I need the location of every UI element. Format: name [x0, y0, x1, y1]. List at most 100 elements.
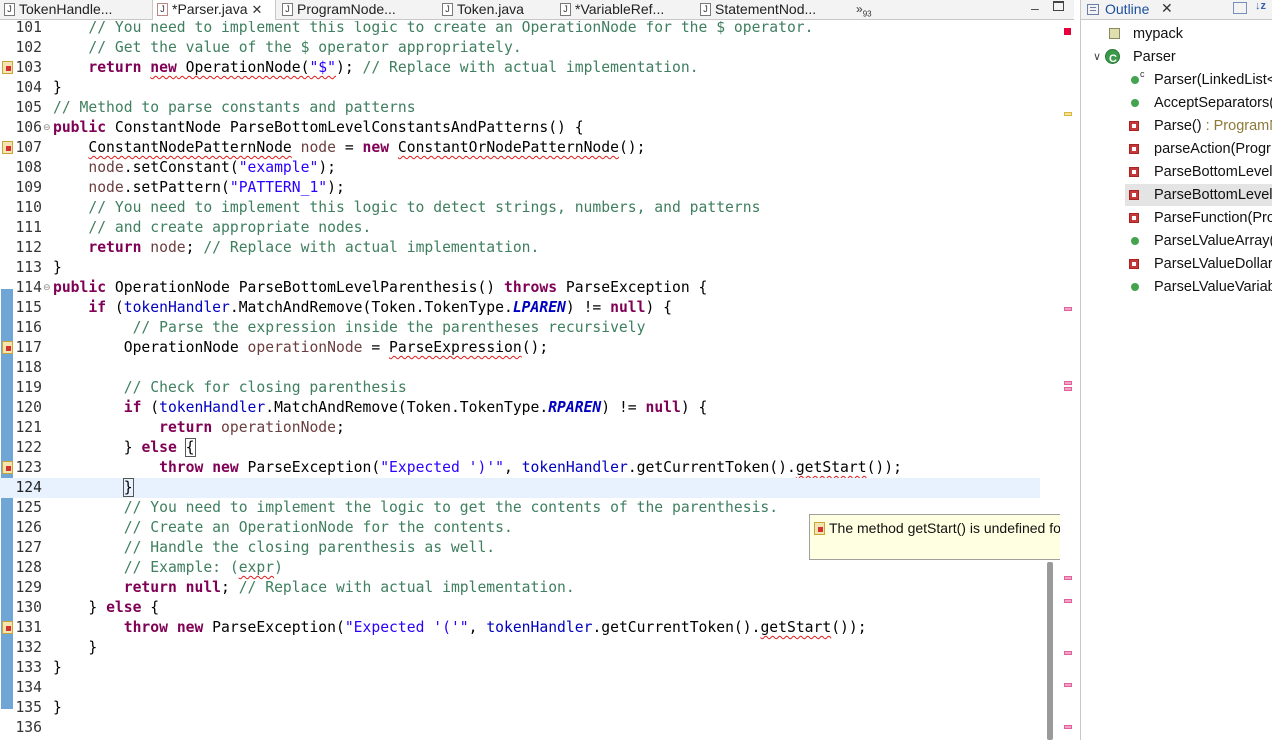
code-line[interactable]: 118: [0, 358, 1040, 378]
code-line[interactable]: 103 return new OperationNode("$"); // Re…: [0, 58, 1040, 78]
error-ruler-mark[interactable]: [1064, 381, 1072, 385]
code-text: }: [53, 659, 62, 676]
code-text: }: [53, 639, 98, 656]
fold-icon[interactable]: ⊖: [43, 278, 51, 298]
code-line[interactable]: 132 }: [0, 638, 1040, 658]
code-line[interactable]: 135}: [0, 698, 1040, 718]
private-method-icon: [1129, 144, 1139, 154]
warning-ruler-mark[interactable]: [1064, 112, 1072, 116]
outline-item-method[interactable]: ParseBottomLevel: [1081, 161, 1272, 183]
java-file-icon: J: [700, 3, 711, 16]
line-number: 116: [15, 319, 42, 336]
tab-programnode[interactable]: J ProgramNode...: [278, 0, 438, 20]
error-ruler-mark[interactable]: [1064, 387, 1072, 391]
method-name: Parse(): [1154, 118, 1202, 134]
outline-item-package[interactable]: mypack: [1081, 23, 1272, 45]
code-line[interactable]: 105 // Method to parse constants and patt…: [0, 98, 1040, 118]
public-method-icon: [1131, 76, 1139, 84]
collapse-all-icon[interactable]: [1233, 2, 1247, 14]
outline-item-method[interactable]: AcceptSeparators(: [1081, 92, 1272, 114]
code-text: return node; // Replace with actual impl…: [88, 239, 540, 256]
code-line[interactable]: 102 // Get the value of the $ operator a…: [0, 38, 1040, 58]
tab-variableref[interactable]: J *VariableRef...: [556, 0, 696, 20]
code-line[interactable]: 115 if (tokenHandler.MatchAndRemove(Toke…: [0, 298, 1040, 318]
error-summary-icon[interactable]: [1064, 28, 1071, 35]
line-number: 136: [15, 719, 42, 736]
outline-item-label: AcceptSeparators(: [1154, 95, 1272, 111]
private-method-error-icon: [1129, 190, 1139, 200]
code-editor[interactable]: 101 // You need to implement this logic …: [0, 21, 1074, 740]
code-line[interactable]: 131 throw new ParseException("Expected '…: [0, 618, 1040, 638]
tab-label: Token.java: [457, 1, 524, 17]
code-line-current[interactable]: 124 }: [0, 478, 1040, 498]
outline-item-method[interactable]: ParseLValueVariab: [1081, 276, 1272, 298]
line-number: 114: [15, 279, 42, 296]
line-number: 112: [15, 239, 42, 256]
tab-parser[interactable]: J *Parser.java ✕: [152, 0, 276, 20]
error-ruler-mark[interactable]: [1064, 683, 1072, 687]
code-line[interactable]: 122 } else {: [0, 438, 1040, 458]
line-number: 110: [15, 199, 42, 216]
error-ruler-mark[interactable]: [1064, 576, 1072, 580]
outline-item-method-selected[interactable]: ParseBottomLevel: [1125, 184, 1272, 206]
outline-item-class[interactable]: ∨ Parser: [1081, 46, 1272, 70]
outline-item-method[interactable]: ParseLValueArray(S: [1081, 230, 1272, 252]
outline-item-label: Parser(LinkedList<: [1154, 72, 1272, 88]
code-line[interactable]: 120 if (tokenHandler.MatchAndRemove(Toke…: [0, 398, 1040, 418]
fold-icon[interactable]: ⊖: [43, 118, 51, 138]
code-line[interactable]: 128 // Example: (expr): [0, 558, 1040, 578]
line-number: 123: [15, 459, 42, 476]
tab-token[interactable]: J Token.java: [438, 0, 556, 20]
overview-ruler[interactable]: [1060, 21, 1074, 740]
code-line[interactable]: 101 // You need to implement this logic …: [0, 21, 1040, 38]
code-line[interactable]: 130 } else {: [0, 598, 1040, 618]
tab-label: *Parser.java: [172, 1, 248, 17]
vertical-scrollbar-thumb[interactable]: [1047, 562, 1053, 740]
tab-tokenhandler[interactable]: J TokenHandle...: [0, 0, 152, 20]
outline-item-method[interactable]: Parse() : ProgramN: [1081, 115, 1272, 137]
outline-item-method[interactable]: ParseFunction(Prog: [1081, 207, 1272, 229]
code-line[interactable]: 111 // and create appropriate nodes.: [0, 218, 1040, 238]
code-line[interactable]: 114 ⊖ public OperationNode ParseBottomLeve…: [0, 278, 1040, 298]
error-ruler-mark[interactable]: [1064, 725, 1072, 729]
outline-item-label: ParseLValueDollar(: [1154, 256, 1272, 272]
code-line[interactable]: 113}: [0, 258, 1040, 278]
code-line[interactable]: 107 ConstantNodePatternNode node = new C…: [0, 138, 1040, 158]
outline-item-label: parseAction(Progr: [1154, 141, 1271, 157]
error-ruler-mark[interactable]: [1064, 599, 1072, 603]
outline-item-label: ParseBottomLevel: [1154, 187, 1272, 203]
code-line[interactable]: 133}: [0, 658, 1040, 678]
code-line[interactable]: 108 node.setConstant("example");: [0, 158, 1040, 178]
code-line[interactable]: 112 return node; // Replace with actual …: [0, 238, 1040, 258]
code-line[interactable]: 119 // Check for closing parenthesis: [0, 378, 1040, 398]
maximize-icon[interactable]: [1053, 1, 1064, 11]
outline-title[interactable]: Outline: [1105, 1, 1149, 17]
outline-item-method[interactable]: ParseLValueDollar(: [1081, 253, 1272, 275]
code-line[interactable]: 136: [0, 718, 1040, 738]
code-line[interactable]: 110 // You need to implement this logic …: [0, 198, 1040, 218]
outline-item-method[interactable]: c Parser(LinkedList<: [1081, 69, 1272, 91]
code-line[interactable]: 109 node.setPattern("PATTERN_1");: [0, 178, 1040, 198]
error-ruler-mark[interactable]: [1064, 651, 1072, 655]
code-line[interactable]: 104}: [0, 78, 1040, 98]
code-line[interactable]: 129 return null; // Replace with actual …: [0, 578, 1040, 598]
code-line[interactable]: 106 ⊖ public ConstantNode ParseBottomLevel…: [0, 118, 1040, 138]
close-icon[interactable]: ✕: [1161, 0, 1173, 17]
code-line[interactable]: 116 // Parse the expression inside the p…: [0, 318, 1040, 338]
close-icon[interactable]: ✕: [251, 2, 262, 17]
line-number: 104: [15, 79, 42, 96]
code-line[interactable]: 134: [0, 678, 1040, 698]
error-ruler-mark[interactable]: [1064, 307, 1072, 311]
minimize-icon[interactable]: ‒: [1031, 0, 1039, 16]
code-text: // You need to implement this logic to d…: [53, 199, 761, 216]
code-line[interactable]: 117 OperationNode operationNode = ParseE…: [0, 338, 1040, 358]
outline-item-method[interactable]: parseAction(Progr: [1081, 138, 1272, 160]
code-text: // You need to implement this logic to c…: [53, 21, 814, 36]
tab-statementnode[interactable]: J StatementNod...: [696, 0, 846, 20]
code-line[interactable]: 123 throw new ParseException("Expected '…: [0, 458, 1040, 478]
tab-overflow-button[interactable]: »93: [856, 2, 872, 18]
sort-icon[interactable]: ↓z: [1255, 0, 1266, 12]
code-line[interactable]: 121 return operationNode;: [0, 418, 1040, 438]
code-text: }: [53, 79, 62, 96]
expand-twisty-icon[interactable]: ∨: [1093, 46, 1101, 68]
